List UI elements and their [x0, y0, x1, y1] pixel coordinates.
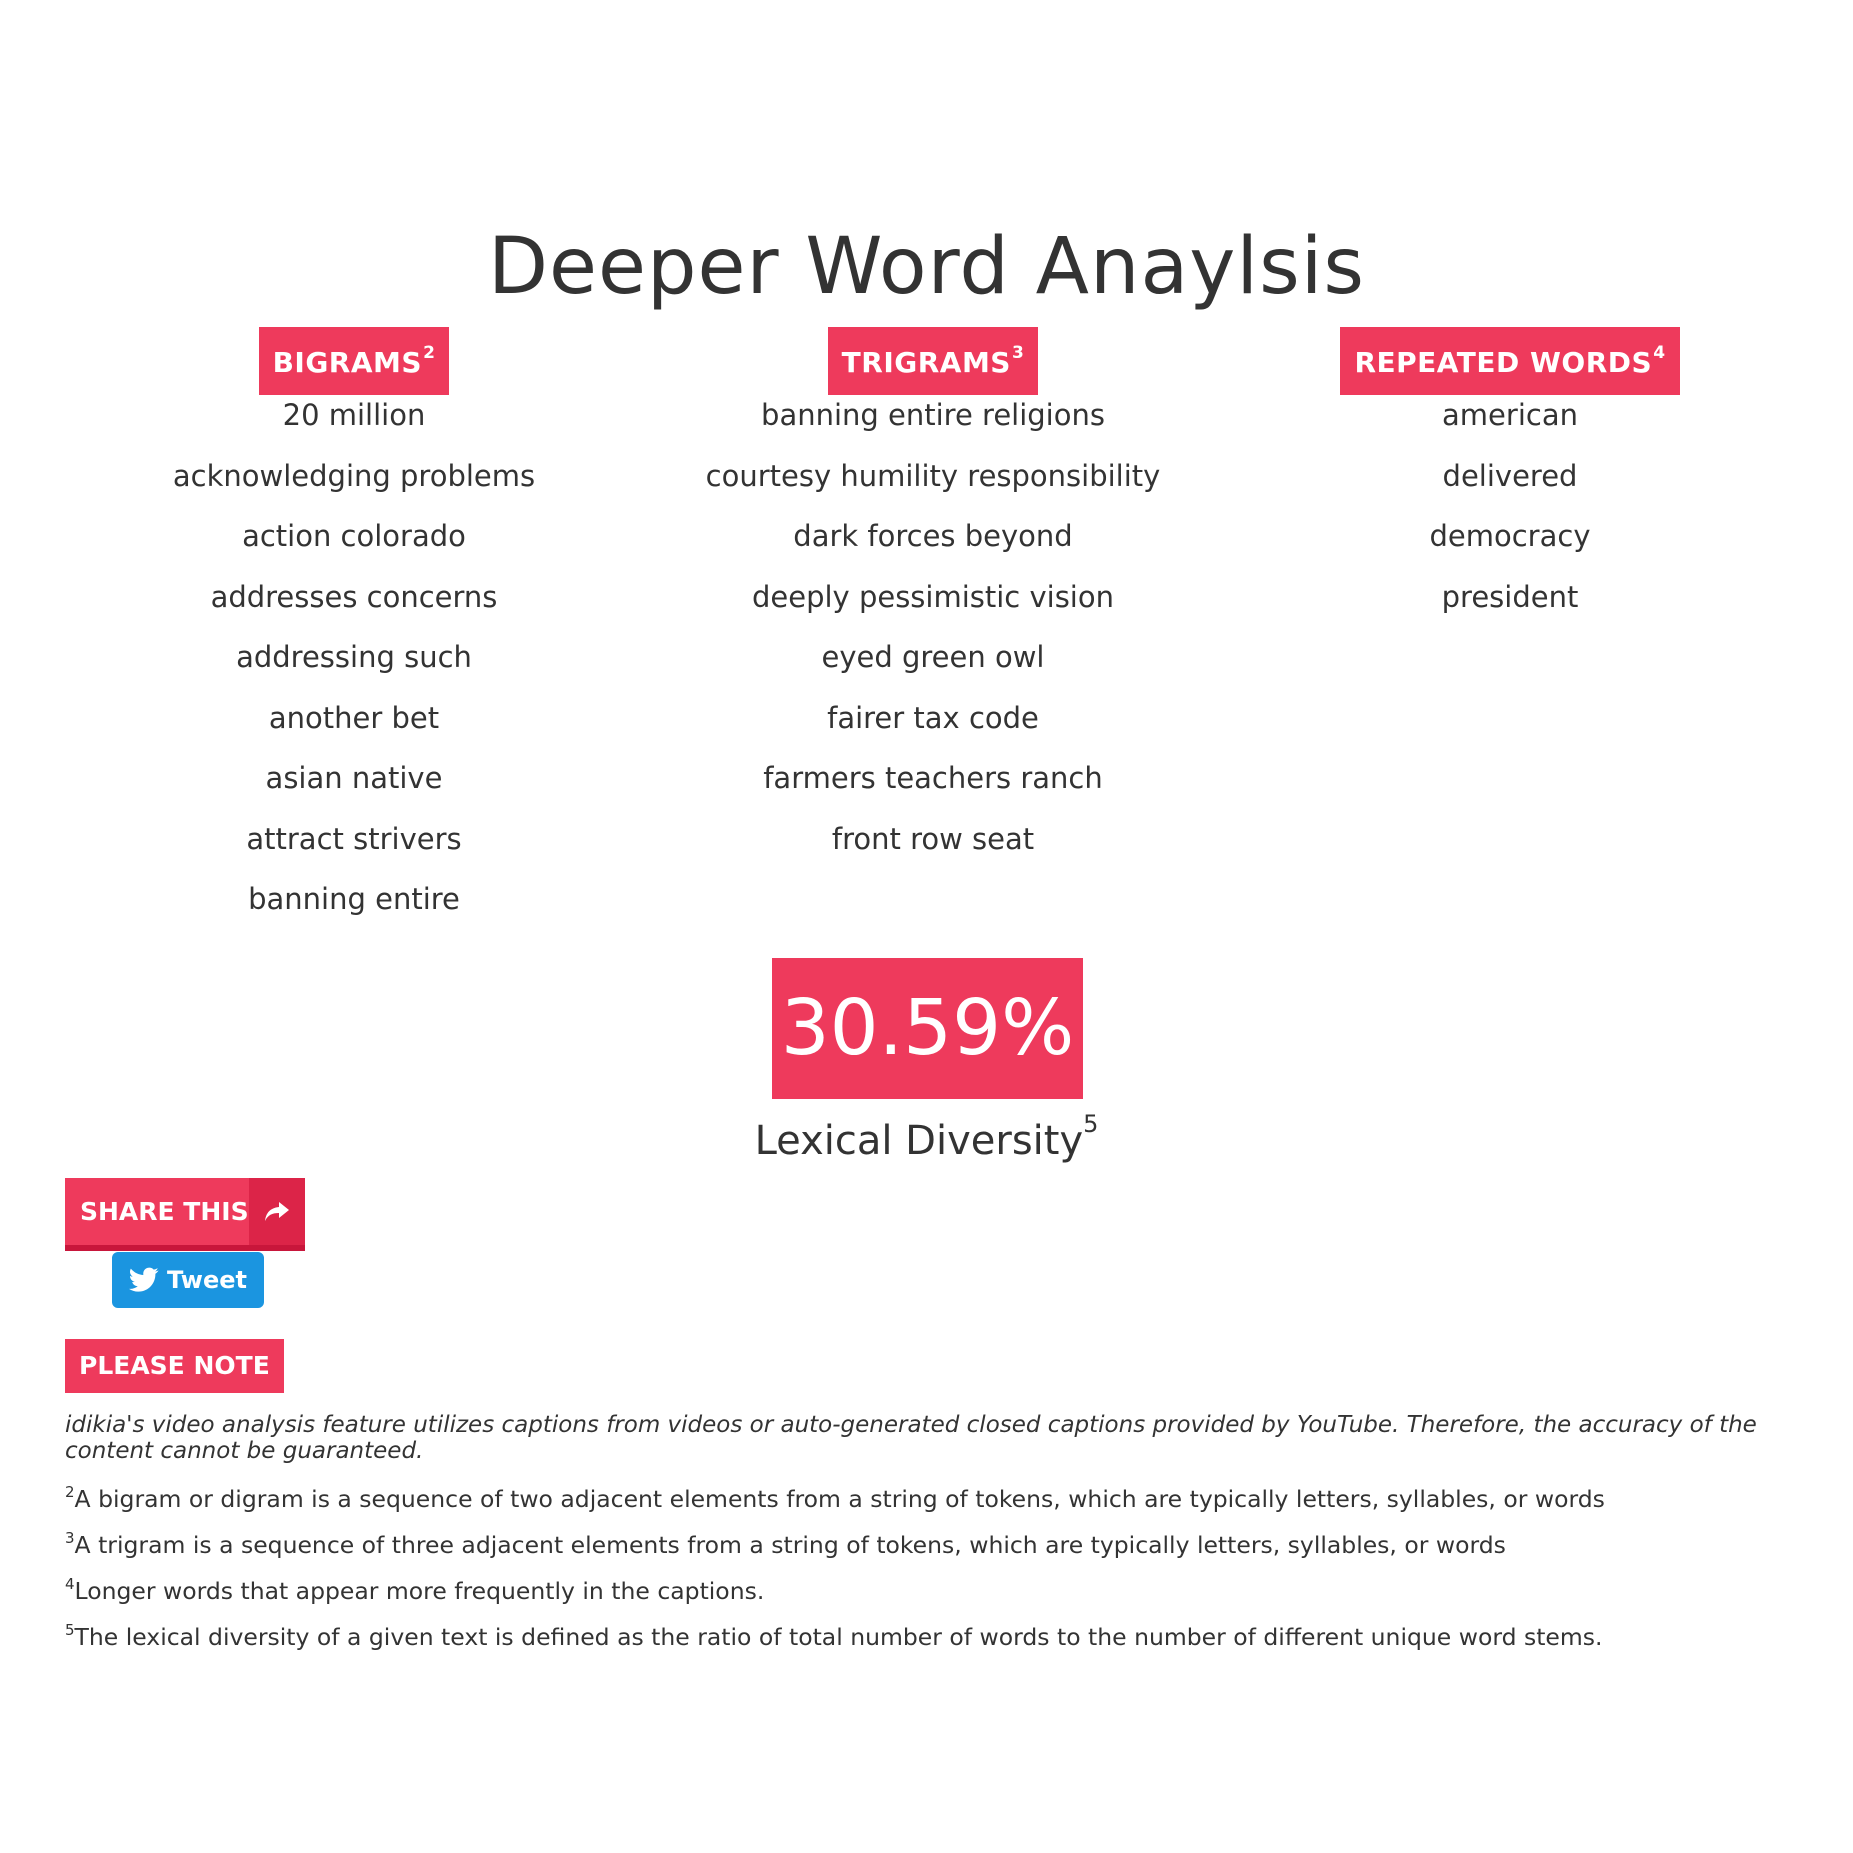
lexical-diversity-text: Lexical Diversity: [754, 1118, 1084, 1164]
list-item: addresses concerns: [210, 579, 498, 614]
list-item: action colorado: [242, 519, 466, 553]
footnote: 4Longer words that appear more frequentl…: [65, 1576, 1805, 1606]
list-item: attract strivers: [246, 821, 462, 856]
repeated-words-footnote-ref: 4: [1653, 343, 1666, 363]
list-item: addressing such: [236, 640, 472, 674]
please-note-heading: PLEASE NOTE: [65, 1339, 284, 1393]
repeated-words-heading: REPEATED WORDS4: [1340, 327, 1680, 395]
list-item: banning entire: [248, 882, 460, 916]
bigrams-list: 20 million acknowledging problems action…: [74, 397, 634, 942]
footnote-ref: 3: [65, 1529, 75, 1547]
list-item: delivered: [1442, 458, 1578, 493]
trigrams-label: TRIGRAMS: [841, 346, 1011, 379]
section-title: Deeper Word Anaylsis: [487, 222, 1366, 312]
share-button[interactable]: [248, 1178, 305, 1245]
repeated-words-list: american delivered democracy president: [1230, 397, 1790, 639]
share-arrow-icon: [264, 1201, 289, 1221]
trigrams-column: TRIGRAMS3 banning entire religions court…: [653, 327, 1213, 881]
footnote-ref: 4: [65, 1575, 75, 1593]
lexical-diversity-value: 30.59%: [772, 958, 1083, 1099]
list-item: deeply pessimistic vision: [752, 579, 1114, 614]
repeated-words-column: REPEATED WORDS4 american delivered democ…: [1230, 327, 1790, 639]
list-item: american: [1442, 398, 1578, 432]
list-item: another bet: [268, 700, 440, 735]
footnote: 3A trigram is a sequence of three adjace…: [65, 1530, 1805, 1560]
footnote-ref: 5: [65, 1621, 75, 1639]
footnote-text: Longer words that appear more frequently…: [74, 1577, 765, 1605]
trigrams-heading: TRIGRAMS3: [827, 327, 1039, 395]
footnote-text: A trigram is a sequence of three adjacen…: [74, 1531, 1506, 1559]
list-item: democracy: [1429, 519, 1591, 553]
bigrams-heading: BIGRAMS2: [258, 327, 450, 395]
twitter-bird-icon: [129, 1267, 159, 1292]
footnote: 5The lexical diversity of a given text i…: [65, 1622, 1805, 1652]
tweet-label: Tweet: [167, 1266, 247, 1294]
disclaimer-text: idikia's video analysis feature utilizes…: [65, 1412, 1757, 1464]
lexical-diversity-footnote-ref: 5: [1083, 1110, 1099, 1138]
footnote-ref: 2: [65, 1483, 75, 1501]
footnote-text: A bigram or digram is a sequence of two …: [74, 1485, 1605, 1513]
list-item: dark forces beyond: [793, 519, 1073, 553]
bigrams-footnote-ref: 2: [423, 343, 436, 363]
repeated-words-label: REPEATED WORDS: [1354, 346, 1653, 379]
list-item: 20 million: [282, 398, 426, 432]
share-label: SHARE THIS: [80, 1197, 249, 1226]
list-item: asian native: [265, 761, 443, 795]
share-bar: SHARE THIS: [65, 1178, 305, 1251]
list-item: fairer tax code: [827, 700, 1039, 735]
list-item: banning entire religions: [761, 398, 1105, 432]
list-item: president: [1441, 579, 1579, 614]
footnote-text: The lexical diversity of a given text is…: [74, 1623, 1603, 1651]
footnote: 2A bigram or digram is a sequence of two…: [65, 1484, 1805, 1514]
trigrams-list: banning entire religions courtesy humili…: [653, 397, 1213, 881]
bigrams-label: BIGRAMS: [272, 346, 423, 379]
list-item: farmers teachers ranch: [763, 761, 1103, 795]
lexical-diversity-label: Lexical Diversity5: [0, 1112, 1853, 1164]
trigrams-footnote-ref: 3: [1011, 343, 1025, 363]
list-item: front row seat: [831, 821, 1035, 856]
tweet-button[interactable]: Tweet: [112, 1252, 264, 1308]
list-item: courtesy humility responsibility: [705, 458, 1161, 493]
bigrams-column: BIGRAMS2 20 million acknowledging proble…: [74, 327, 634, 942]
list-item: eyed green owl: [821, 640, 1045, 674]
list-item: acknowledging problems: [172, 458, 536, 493]
